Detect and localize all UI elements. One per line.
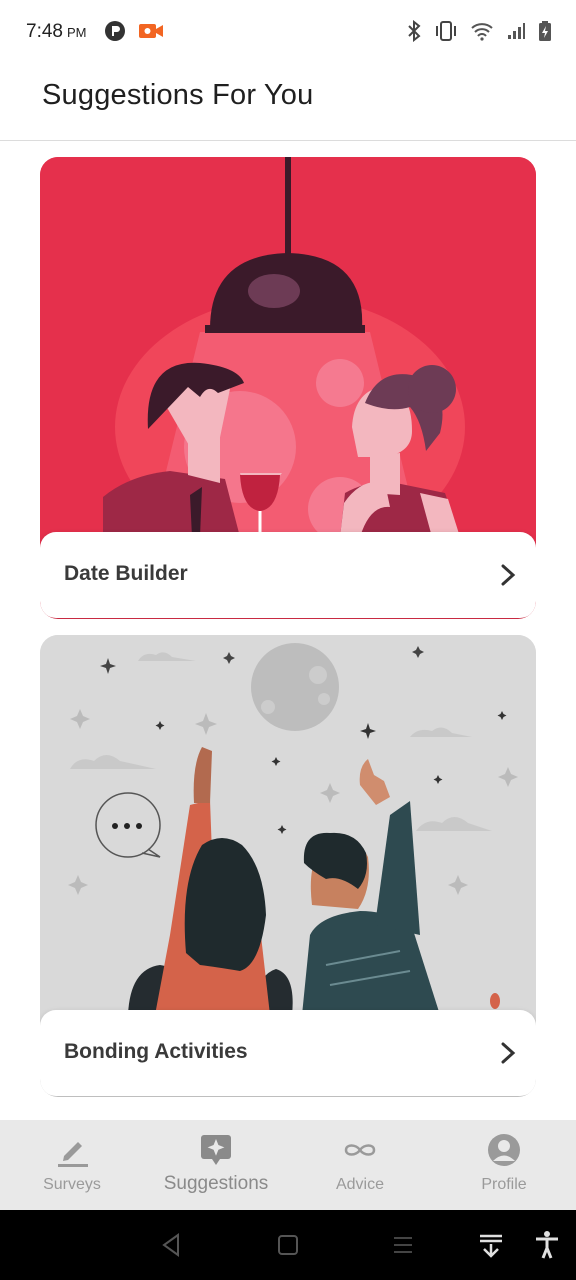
tab-surveys-label: Surveys — [43, 1176, 101, 1193]
page-title: Suggestions For You — [42, 79, 314, 111]
app-p-icon — [105, 21, 125, 41]
tab-profile[interactable]: Profile — [432, 1120, 576, 1210]
infinity-icon — [344, 1144, 376, 1156]
bottom-navigation: Surveys Suggestions Advice Profile — [0, 1120, 576, 1210]
battery-charging-icon — [539, 21, 551, 41]
collapse-down-icon[interactable] — [476, 1230, 506, 1260]
date-builder-label: Date Builder — [64, 562, 188, 585]
tab-suggestions[interactable]: Suggestions — [144, 1120, 288, 1210]
status-bar: 7:48 PM — [0, 0, 576, 64]
status-right-icons — [406, 20, 552, 42]
date-builder-row[interactable]: Date Builder — [40, 532, 536, 618]
bonding-activities-card[interactable]: Bonding Activities — [40, 635, 536, 1097]
wifi-icon — [471, 23, 493, 41]
status-time: 7:48 PM — [26, 21, 86, 43]
back-icon[interactable] — [156, 1230, 186, 1260]
profile-icon — [488, 1134, 520, 1166]
bluetooth-icon — [408, 20, 421, 42]
tab-surveys[interactable]: Surveys — [0, 1120, 144, 1210]
accessibility-icon[interactable] — [532, 1230, 562, 1260]
couple-stargazing-illustration — [40, 635, 536, 1015]
home-icon[interactable] — [273, 1230, 303, 1260]
chevron-right-icon — [501, 564, 516, 586]
signal-icon — [508, 23, 525, 39]
couple-dinner-illustration — [40, 157, 536, 537]
pencil-icon — [58, 1142, 88, 1167]
bonding-activities-row[interactable]: Bonding Activities — [40, 1010, 536, 1096]
chevron-right-icon — [501, 1042, 516, 1064]
vibrate-icon — [436, 21, 456, 41]
recents-icon[interactable] — [388, 1230, 418, 1260]
system-navigation-bar — [0, 1210, 576, 1280]
tab-advice-label: Advice — [335, 1176, 385, 1193]
app-header: Suggestions For You — [0, 64, 576, 141]
status-left-icons — [104, 20, 164, 42]
date-builder-card[interactable]: Date Builder — [40, 157, 536, 619]
video-record-icon — [139, 24, 163, 38]
clock-time: 7:48 — [26, 21, 63, 42]
tab-advice[interactable]: Advice — [288, 1120, 432, 1210]
tab-suggestions-label: Suggestions — [163, 1173, 269, 1194]
tab-profile-label: Profile — [481, 1176, 527, 1193]
sparkle-icon — [201, 1135, 231, 1165]
bonding-activities-label: Bonding Activities — [64, 1040, 248, 1063]
clock-ampm: PM — [66, 25, 87, 40]
